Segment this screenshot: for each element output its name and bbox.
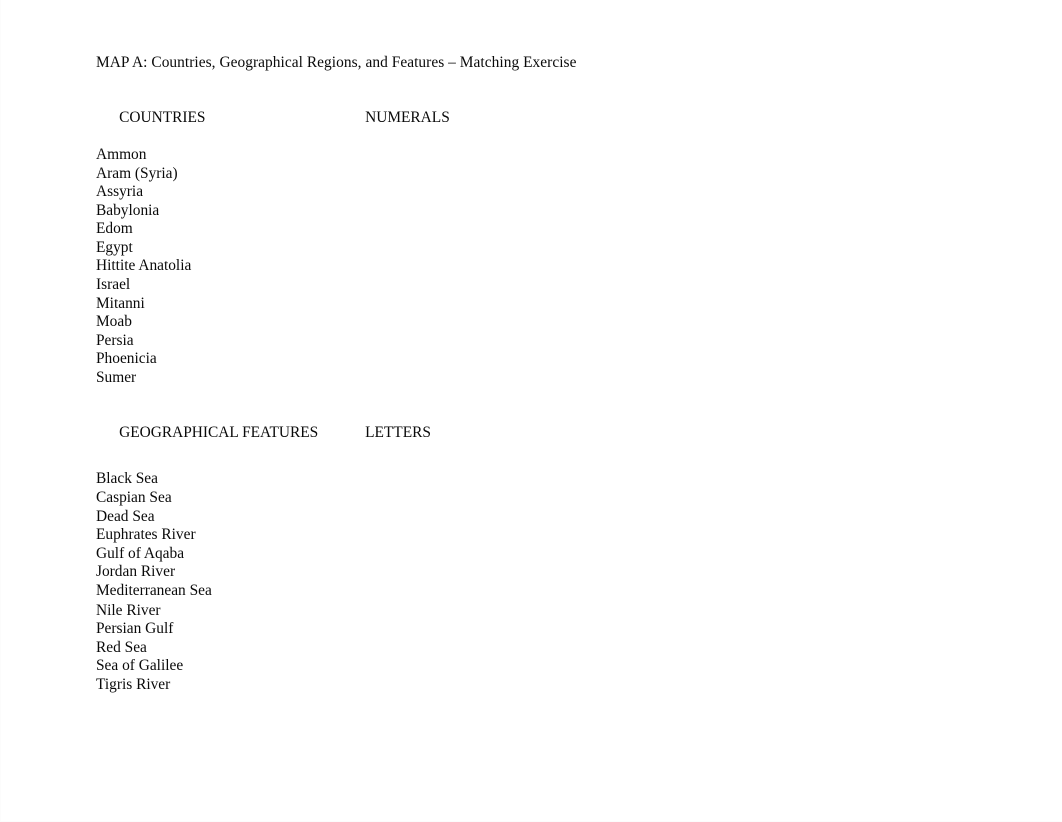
list-item: Egypt [96,238,133,256]
document-page: MAP A: Countries, Geographical Regions, … [0,0,1062,822]
list-item: Persian Gulf [96,620,174,638]
countries-list: Ammon Aram (Syria) Assyria Babylonia Edo… [96,146,996,387]
list-item: Ammon [96,146,147,164]
list-item: Babylonia [96,201,160,219]
list-item: Phoenicia [96,350,157,368]
list-item: Caspian Sea [96,489,172,506]
list-item: Black Sea [96,470,158,488]
list-item: Jordan River [96,563,176,581]
list-item: Moab [96,313,132,331]
countries-column-header: COUNTRIES [119,108,206,126]
list-item: Euphrates River [96,526,196,544]
countries-features-spacer [96,387,996,405]
list-item: Mediterranean Sea [96,581,212,599]
list-item: Assyria [96,183,144,201]
geographical-features-list: Black Sea Caspian Sea Dead Sea Euphrates… [96,470,996,694]
list-item: Tigris River [96,675,171,693]
list-item: Sumer [96,368,137,386]
list-item: Persia [96,331,134,349]
geographical-features-column-header: GEOGRAPHICAL FEATURES [119,424,319,442]
title-spacer [96,72,996,90]
document-content: MAP A: Countries, Geographical Regions, … [96,53,996,694]
list-item: Gulf of Aqaba [96,544,185,562]
list-item: Sea of Galilee [96,657,184,675]
list-item: Mitanni [96,294,145,312]
features-header-gap [96,461,996,470]
list-item: Aram (Syria) [96,164,178,182]
features-section-header: GEOGRAPHICAL FEATURES LETTERS [96,406,996,462]
list-item: Hittite Anatolia [96,257,192,275]
page-title: MAP A: Countries, Geographical Regions, … [96,54,577,71]
list-item: Red Sea [96,638,147,656]
numerals-column-header: NUMERALS [365,108,450,126]
list-item: Dead Sea [96,507,155,525]
list-item: Edom [96,220,133,238]
countries-section-header: COUNTRIES NUMERALS [96,90,996,146]
list-item: Israel [96,276,131,293]
letters-column-header: LETTERS [365,424,431,442]
list-item: Nile River [96,601,161,619]
